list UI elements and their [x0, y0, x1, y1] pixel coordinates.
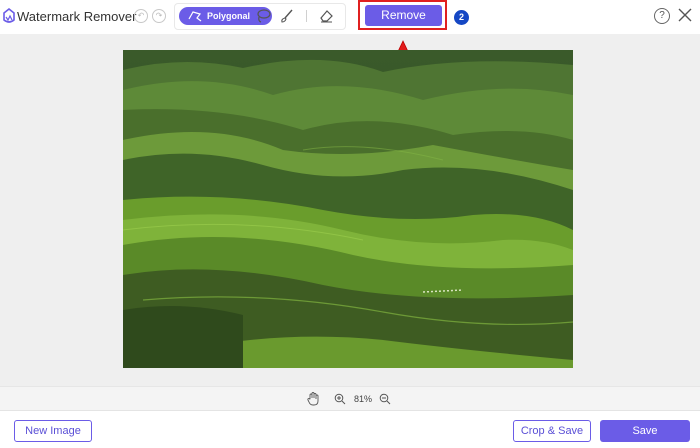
remove-button[interactable]: Remove: [365, 5, 442, 26]
polygon-icon: [188, 11, 202, 22]
zoom-in-icon[interactable]: [334, 393, 346, 405]
eraser-icon[interactable]: [318, 8, 334, 24]
footer-bar: New Image Crop & Save Save: [0, 410, 700, 448]
zoom-bar: 81%: [0, 386, 700, 411]
step-badge: 2: [454, 10, 469, 25]
save-button[interactable]: Save: [600, 420, 690, 442]
tool-separator: [306, 10, 307, 22]
help-icon[interactable]: ?: [654, 8, 670, 24]
polygonal-label: Polygonal: [207, 11, 251, 21]
close-icon[interactable]: [678, 8, 692, 22]
redo-icon[interactable]: ↷: [152, 9, 166, 23]
title-bar: Watermark Remover ↶ ↷ Polygonal Remove 2…: [0, 0, 700, 35]
new-image-button[interactable]: New Image: [14, 420, 92, 442]
app-title: Watermark Remover: [17, 9, 137, 24]
landscape-image: [123, 50, 573, 368]
crop-save-button[interactable]: Crop & Save: [513, 420, 591, 442]
undo-icon[interactable]: ↶: [134, 9, 148, 23]
selection-tools: Polygonal: [174, 3, 346, 30]
brush-icon[interactable]: [279, 8, 295, 24]
zoom-out-icon[interactable]: [379, 393, 391, 405]
app-logo-icon: [3, 8, 15, 23]
zoom-value: 81%: [354, 394, 373, 404]
hand-icon[interactable]: [307, 392, 319, 406]
landscape-image-art: [123, 50, 573, 368]
lasso-icon[interactable]: [255, 8, 271, 24]
